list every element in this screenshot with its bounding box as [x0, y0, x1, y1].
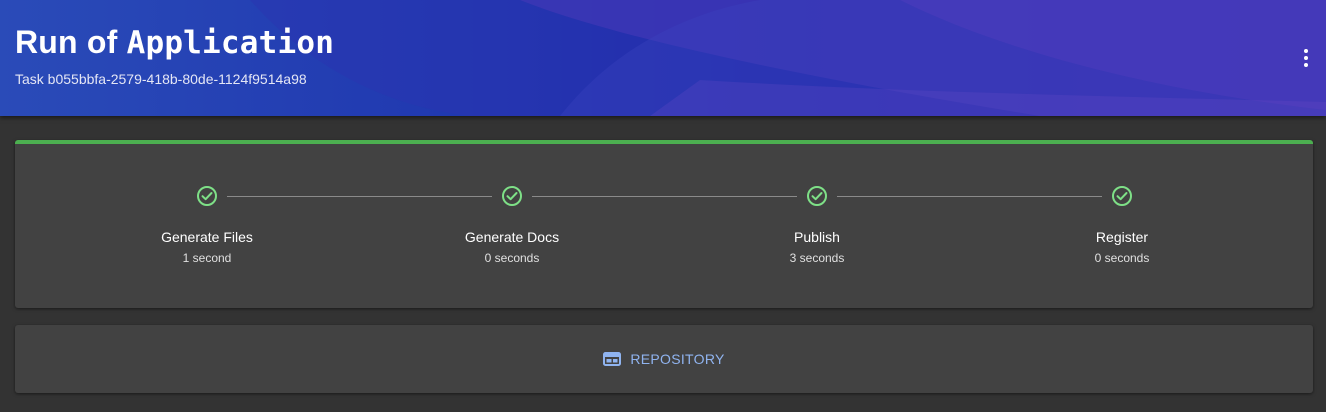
page-title-prefix: Run of — [15, 24, 118, 60]
step-connector — [227, 196, 492, 197]
links-card: REPOSITORY — [15, 325, 1313, 393]
web-window-icon — [603, 352, 622, 366]
step-label: Generate Docs — [464, 229, 560, 245]
page-header: Run of Application Task b055bbfa-2579-41… — [0, 0, 1326, 116]
more-options-button[interactable] — [1296, 44, 1316, 72]
page-title-entity: Application — [126, 25, 335, 61]
repository-link-label: REPOSITORY — [630, 351, 725, 367]
repository-link[interactable]: REPOSITORY — [15, 325, 1313, 393]
step-label: Publish — [794, 229, 840, 245]
step-label: Generate Files — [161, 229, 253, 245]
task-id-subtitle: Task b055bbfa-2579-418b-80de-1124f9514a9… — [15, 71, 307, 87]
check-circle-icon — [1112, 186, 1132, 206]
check-circle-icon — [807, 186, 827, 206]
step-label: Register — [1095, 229, 1149, 245]
title-block: Run of Application Task b055bbfa-2579-41… — [15, 22, 334, 87]
check-circle-icon — [197, 186, 217, 206]
step-duration: 0 seconds — [484, 251, 540, 265]
task-progress-card: Generate Files 1 second Generate Docs 0 … — [15, 140, 1313, 308]
more-vert-icon — [1304, 49, 1308, 67]
step-connector — [532, 196, 797, 197]
step-duration: 1 second — [182, 251, 232, 265]
step-duration: 3 seconds — [789, 251, 845, 265]
step-connector — [837, 196, 1102, 197]
page-title: Run of Application — [15, 22, 334, 63]
check-circle-icon — [502, 186, 522, 206]
step-duration: 0 seconds — [1094, 251, 1150, 265]
